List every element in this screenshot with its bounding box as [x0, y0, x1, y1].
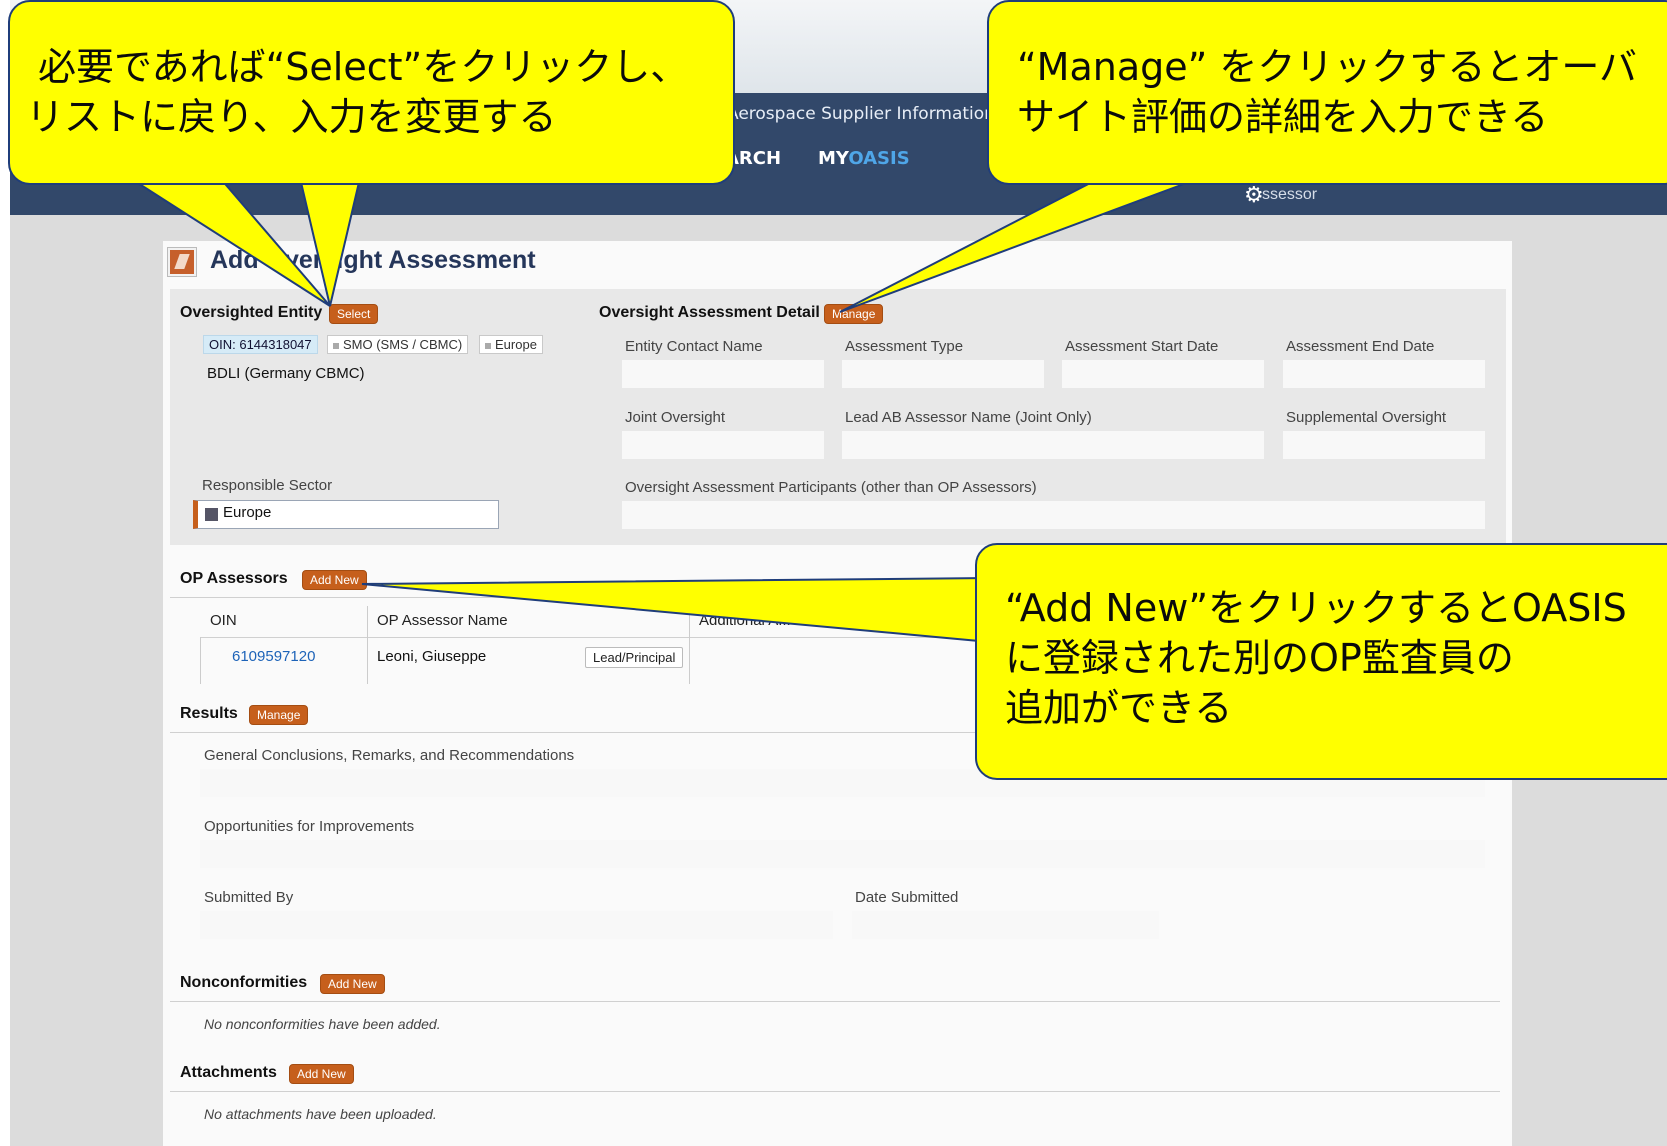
addnew-callout-pointer [361, 576, 991, 644]
manage-callout-pointer [839, 177, 1201, 313]
manage-callout-line2: サイト評価の詳細を入力できる [1017, 95, 1549, 139]
addnew-callout-line3: 追加ができる [1005, 686, 1233, 730]
addnew-callout-line2: に登録された別のOP監査員の [1005, 636, 1514, 680]
select-callout-pointer [126, 177, 331, 307]
select-callout: 必要であれば“Select”をクリックし、 リストに戻り、入力を変更する [8, 0, 735, 185]
manage-callout: “Manage” をクリックするとオーバ サイト評価の詳細を入力できる [987, 0, 1667, 185]
select-callout-line2: リストに戻り、入力を変更する [26, 95, 557, 139]
addnew-callout: “Add New”をクリックするとOASIS に登録された別のOP監査員の 追加… [975, 543, 1667, 780]
addnew-callout-line1: “Add New”をクリックするとOASIS [1005, 586, 1627, 630]
select-callout-line1: 必要であれば“Select”をクリックし、 [38, 45, 689, 89]
manage-callout-line1: “Manage” をクリックするとオーバ [1017, 45, 1638, 89]
